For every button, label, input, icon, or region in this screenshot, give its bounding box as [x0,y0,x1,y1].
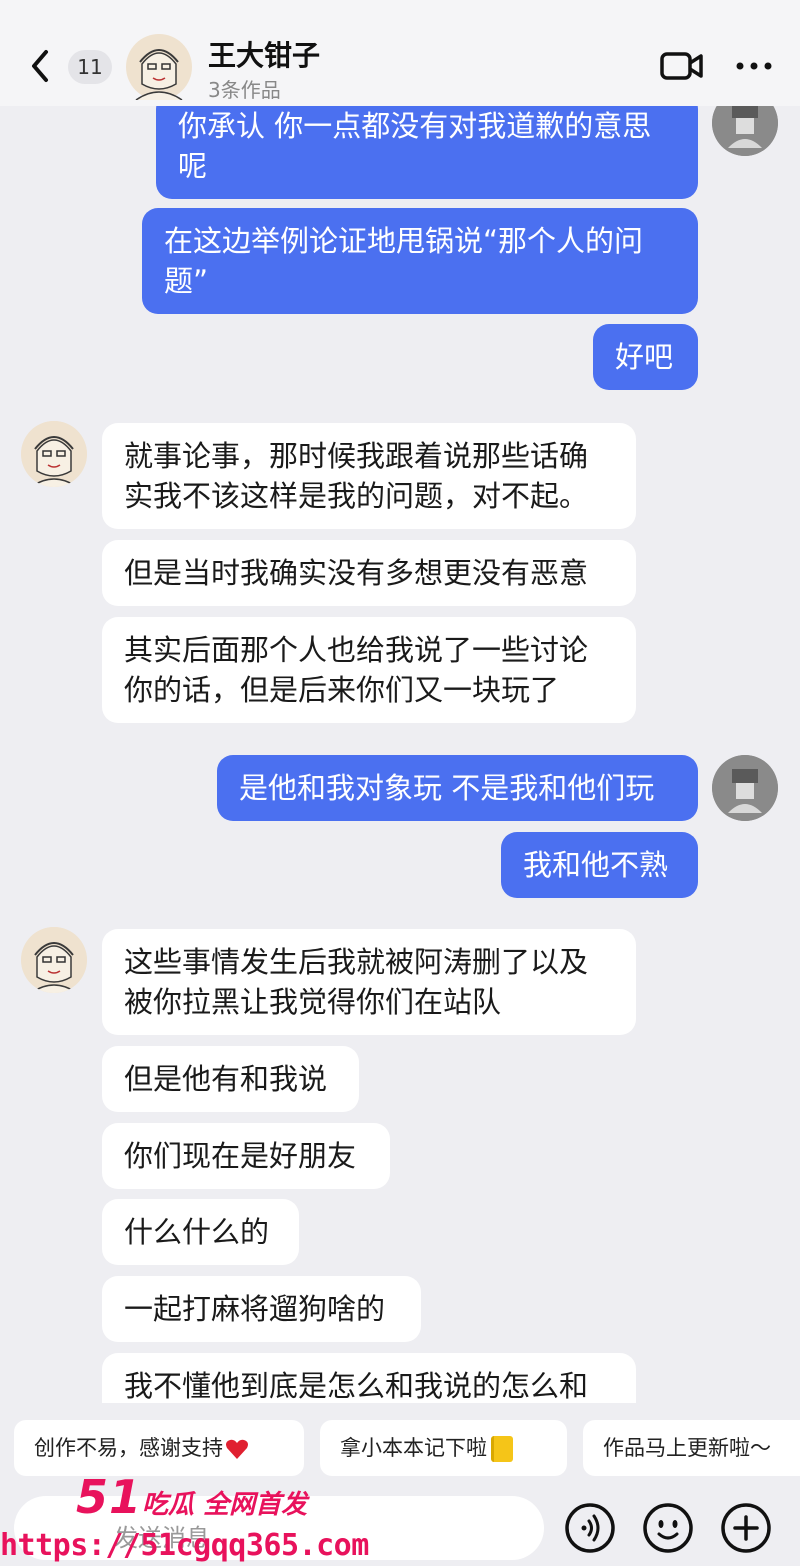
back-chevron-icon[interactable] [26,44,56,88]
emoji-icon[interactable] [642,1502,694,1554]
message-bubble-sent[interactable]: 我和他不熟 [501,832,698,898]
message-bubble-received[interactable]: 但是他有和我说 [102,1046,359,1112]
message-bubble-sent[interactable]: 在这边举例论证地甩锅说“那个人的问题” [142,208,698,314]
message-bubble-sent[interactable]: 是他和我对象玩 不是我和他们玩 [217,755,698,821]
watermark-logo: 51吃瓜 全网首发 [76,1470,307,1524]
quick-reply-chip[interactable]: 拿小本本记下啦 [320,1420,567,1476]
unread-count-badge[interactable]: 11 [68,50,112,84]
contact-avatar[interactable] [126,34,192,100]
contact-name[interactable]: 王大钳子 [208,34,320,74]
heart-emoji-icon [226,1439,248,1459]
more-dots-icon[interactable] [734,52,774,80]
message-bubble-received[interactable]: 什么什么的 [102,1199,299,1265]
video-call-icon[interactable] [660,50,704,82]
chat-header: 11 王大钳子 3条作品 [0,0,800,106]
self-avatar[interactable] [712,755,778,821]
watermark-logo-number: 51 [76,1470,143,1524]
message-bubble-sent[interactable]: 你承认 你一点都没有对我道歉的意思呢 [156,93,698,199]
message-bubble-sent[interactable]: 好吧 [593,324,698,390]
message-bubble-received[interactable]: 你们现在是好朋友 [102,1123,390,1189]
plus-icon[interactable] [720,1502,772,1554]
watermark-url: https://51cgqq365.com [0,1528,369,1563]
message-bubble-received[interactable]: 但是当时我确实没有多想更没有恶意 [102,540,636,606]
watermark-logo-text: 吃瓜 全网首发 [142,1490,308,1520]
message-bubble-received[interactable]: 一起打麻将遛狗啥的 [102,1276,421,1342]
message-bubble-received[interactable]: 这些事情发生后我就被阿涛删了以及被你拉黑让我觉得你们在站队 [102,929,636,1035]
contact-avatar[interactable] [21,421,87,487]
message-bubble-received[interactable]: 其实后面那个人也给我说了一些讨论你的话，但是后来你们又一块玩了 [102,617,636,723]
message-bubble-received[interactable]: 就事论事，那时候我跟着说那些话确实我不该这样是我的问题，对不起。 [102,423,636,529]
quick-reply-chip[interactable]: 作品马上更新啦～ [583,1420,800,1476]
voice-icon[interactable] [564,1502,616,1554]
message-bubble-received[interactable]: 我不懂他到底是怎么和我说的怎么和 [102,1353,636,1403]
notebook-emoji-icon [491,1436,513,1462]
quick-reply-chip[interactable]: 创作不易，感谢支持 [14,1420,304,1476]
contact-avatar[interactable] [21,927,87,993]
contact-works-count[interactable]: 3条作品 [208,74,281,103]
